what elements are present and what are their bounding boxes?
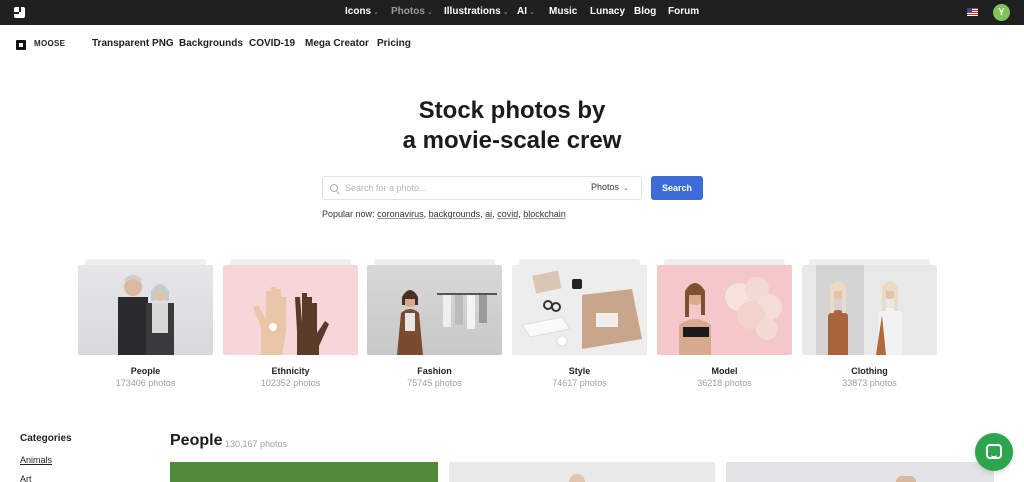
photo-thumbnail[interactable]: [449, 462, 715, 482]
chat-icon: [986, 444, 1002, 459]
category-count: 33873 photos: [842, 378, 897, 388]
section-title: People: [170, 432, 223, 449]
brand-name[interactable]: MOOSE: [34, 39, 65, 48]
sidebar-categories-heading: Categories: [20, 433, 72, 444]
popular-tag[interactable]: ai: [485, 209, 492, 219]
photo-thumbnail[interactable]: [726, 462, 994, 482]
popular-tag[interactable]: backgrounds: [429, 209, 481, 219]
topnav-item-forum[interactable]: Forum: [668, 6, 699, 17]
popular-tag[interactable]: coronavirus: [377, 209, 424, 219]
subnav-link-covid[interactable]: COVID-19: [249, 38, 295, 49]
subnav-link-transparent-png[interactable]: Transparent PNG: [92, 38, 174, 49]
search-input[interactable]: [345, 178, 575, 198]
category-name: Style: [568, 366, 591, 376]
category-name: Clothing: [851, 366, 888, 376]
search-icon: [330, 184, 338, 192]
category-count: 102352 photos: [260, 378, 321, 388]
topnav-label: Photos: [391, 6, 425, 17]
title-line: Stock photos by: [418, 97, 606, 124]
category-name: Fashion: [417, 366, 452, 376]
category-name: Ethnicity: [271, 366, 310, 376]
moose-logo-icon[interactable]: [16, 40, 26, 50]
sidebar-item-animals[interactable]: Animals: [20, 455, 52, 465]
category-name: People: [130, 366, 161, 376]
category-count: 173406 photos: [115, 378, 176, 388]
title-line: a movie-scale crew: [402, 127, 622, 154]
popular-searches: Popular now: coronavirus, backgrounds, a…: [322, 209, 566, 219]
subnav-link-mega-creator[interactable]: Mega Creator: [305, 38, 369, 49]
topnav-item-icons[interactable]: Icons ⌄: [345, 6, 379, 17]
chevron-down-icon: ⌄: [373, 9, 379, 16]
sidebar-item-art[interactable]: Art: [20, 474, 32, 482]
category-photo[interactable]: [367, 265, 502, 355]
chevron-down-icon: ⌄: [502, 9, 509, 16]
category-photo[interactable]: [802, 265, 937, 355]
chat-support-button[interactable]: [975, 433, 1013, 471]
photo-subject: [569, 474, 585, 482]
category-name: Model: [711, 366, 738, 376]
secondary-nav: MOOSE Transparent PNG Backgrounds COVID-…: [0, 25, 1024, 63]
category-photo[interactable]: [657, 265, 792, 355]
chevron-down-icon: ⌄: [623, 185, 629, 192]
subnav-link-pricing[interactable]: Pricing: [377, 38, 411, 49]
topnav-item-music[interactable]: Music: [549, 6, 577, 17]
photo-thumbnail[interactable]: [170, 462, 438, 482]
category-count: 75745 photos: [407, 378, 462, 388]
subnav-link-backgrounds[interactable]: Backgrounds: [179, 38, 243, 49]
topnav-label: Icons: [345, 6, 372, 17]
avatar[interactable]: Y: [993, 4, 1010, 21]
chevron-down-icon: ⌄: [426, 9, 433, 16]
topnav-item-lunacy[interactable]: Lunacy: [590, 6, 625, 17]
topnav-item-ai[interactable]: AI ⌄: [517, 6, 535, 17]
search-box: Photos⌄: [322, 176, 642, 200]
topnav-item-photos[interactable]: Photos ⌄: [391, 6, 433, 17]
search-button[interactable]: Search: [651, 176, 703, 200]
popular-label: Popular now:: [322, 209, 375, 219]
us-flag-icon[interactable]: [967, 8, 978, 16]
page-title: Stock photos by a movie-scale crew: [0, 96, 1024, 156]
top-bar: Icons ⌄ Photos ⌄ Illustrations ⌄ AI ⌄ Music …: [0, 0, 1024, 25]
search-type-select[interactable]: Photos ⌄: [591, 182, 629, 192]
search-type-value: Photos: [591, 182, 620, 192]
top-nav: Icons ⌄ Photos ⌄ Illustrations ⌄ AI ⌄ Music …: [0, 0, 1024, 25]
category-count: 36218 photos: [697, 378, 752, 388]
topnav-label: AI: [517, 6, 527, 17]
topnav-item-blog[interactable]: Blog: [634, 6, 656, 17]
category-photo[interactable]: [223, 265, 358, 355]
topnav-label: Illustrations: [444, 6, 501, 17]
category-count: 74617 photos: [552, 378, 607, 388]
topnav-item-illustrations[interactable]: Illustrations ⌄: [444, 6, 509, 17]
category-photo[interactable]: [512, 265, 647, 355]
popular-tag[interactable]: blockchain: [523, 209, 566, 219]
section-count: 130,167 photos: [225, 439, 288, 449]
photo-subject: [896, 476, 916, 482]
chevron-down-icon: ⌄: [529, 9, 535, 16]
category-photo[interactable]: [78, 265, 213, 355]
popular-tag[interactable]: covid: [497, 209, 518, 219]
